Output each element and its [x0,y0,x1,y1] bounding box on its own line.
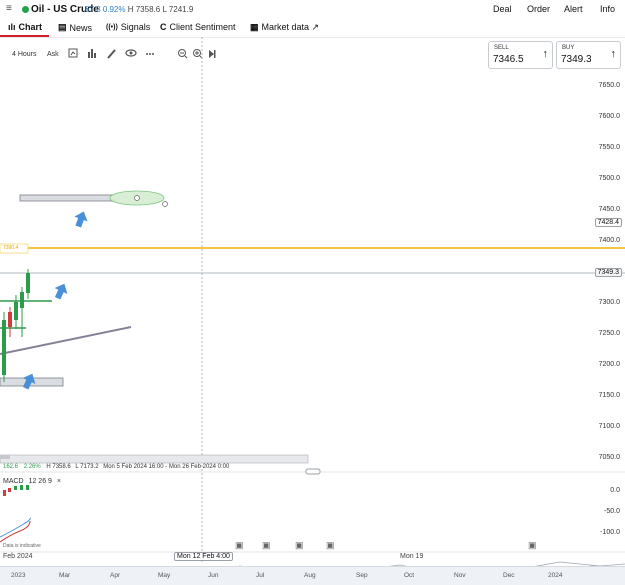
candle [8,312,12,327]
x-tick: Mon 19 [400,553,424,560]
order-button[interactable]: Order [527,4,550,14]
range-info: 162.6 2.26% H 7358.6 L 7173.2 Mon 5 Feb … [3,464,229,470]
candle [26,273,30,293]
high-value: H 7358.6 [127,5,161,14]
range-high: H 7358.6 [46,464,71,470]
y-tick: 7300.0 [598,299,620,306]
tab-signals[interactable]: ((•)) Signals [106,22,150,32]
navigator-label: Jun [208,572,219,579]
macd-y-tick: 0.0 [610,487,620,494]
navigator-label: Mar [59,572,71,579]
signals-icon: ((•)) [106,23,118,31]
data-indicative-note: Data is indicative [3,543,41,549]
y-tick: 7250.0 [598,330,620,337]
navigator-label: Jul [256,572,265,579]
scrollbar-thumb[interactable] [0,455,10,459]
current-price-tag: 7349.3 [594,268,622,277]
change-percent: 0.92% [102,5,126,14]
calendar-event-icon[interactable]: ▣ [528,540,537,551]
tab-signals-label: Signals [120,22,151,32]
candle [2,320,6,375]
navigator-label: Apr [110,572,121,579]
ellipse-resize-handle[interactable] [162,201,168,207]
info-button[interactable]: Info [600,4,615,14]
alert-price-label[interactable]: 7390.4 [3,245,18,251]
alert-button[interactable]: Alert [564,4,583,14]
x-tick-left: Feb 2024 [3,553,33,560]
calendar-event-icon[interactable]: ▣ [262,540,271,551]
macd-y-tick: -50.0 [604,508,620,515]
tab-chart[interactable]: ılı Chart [8,22,42,32]
market-open-dot [22,6,29,13]
change-value: 67.3 [85,5,101,14]
tab-client-sentiment-label: Client Sentiment [169,22,236,32]
tab-news-label: News [69,22,93,33]
price-chart[interactable] [0,37,625,567]
low-value: L 7241.9 [162,5,194,14]
range-change-pct: 2.26% [23,464,41,470]
macd-params: 12 26 9 [28,478,52,485]
tab-chart-label: Chart [18,22,43,32]
macd-signal-line [0,520,31,543]
y-tick: 7050.0 [598,454,620,461]
ellipse-handle[interactable] [134,195,140,201]
y-tick: 7650.0 [598,82,620,89]
pane-resize-handle[interactable] [305,468,321,475]
menu-icon[interactable]: ≡ [6,3,12,14]
y-tick: 7550.0 [598,144,620,151]
navigator-label: May [158,572,171,579]
calendar-event-icon[interactable]: ▣ [326,540,335,551]
calendar-event-icon[interactable]: ▣ [235,540,244,551]
navigator-label: Oct [404,572,415,579]
navigator-label: Aug [304,572,316,579]
navigator-label: Dec [503,572,515,579]
macd-legend: MACD 12 26 9 × [3,478,61,485]
tab-client-sentiment[interactable]: C Client Sentiment [160,22,236,32]
navigator-label: Nov [454,572,466,579]
y-tick: 7400.0 [598,237,620,244]
y-tick: 7100.0 [598,423,620,430]
tab-market-data[interactable]: ▦ Market data ↗ [250,22,319,33]
news-icon: ▤ [58,22,67,32]
calendar-event-icon[interactable]: ▣ [295,540,304,551]
candlesticks [2,269,30,382]
market-data-icon: ▦ [250,22,259,32]
trend-line[interactable] [0,326,132,355]
annotation-arrow-icon[interactable] [72,209,91,229]
deal-button[interactable]: Deal [493,4,512,14]
tab-news[interactable]: ▤ News [58,22,92,33]
navigator-label: Sep [356,572,368,579]
range-low: L 7173.2 [75,464,99,470]
sentiment-icon: C [160,22,167,32]
tab-market-data-label: Market data ↗ [261,22,320,32]
candle [20,292,24,308]
y-tick: 7600.0 [598,113,620,120]
navigator-label: 2024 [548,572,563,579]
drawn-rectangle-upper[interactable] [19,194,123,202]
macd-close-icon[interactable]: × [57,478,61,485]
annotation-arrow-icon[interactable] [51,281,70,301]
range-dates: Mon 5 Feb 2024 16:00 - Mon 26 Feb 2024 0… [103,464,230,470]
navigator-label: 2023 [11,572,26,579]
macd-histogram [3,485,29,496]
y-tick: 7500.0 [598,175,620,182]
quote-summary: 67.3 0.92% H 7358.6 L 7241.9 [85,5,193,14]
y-tick: 7150.0 [598,392,620,399]
y-tick: 7200.0 [598,361,620,368]
macd-label: MACD [3,478,24,485]
chart-icon: ılı [8,22,16,32]
y-tick: 7450.0 [598,206,620,213]
range-change: 162.6 [3,464,19,470]
crosshair-time-tag: Mon 12 Feb 4:00 [174,552,233,561]
macd-y-tick: -100.0 [600,529,620,536]
crosshair-price-tag: 7428.4 [594,218,622,227]
chart-scrollbar[interactable] [0,454,309,464]
candle [14,302,18,320]
